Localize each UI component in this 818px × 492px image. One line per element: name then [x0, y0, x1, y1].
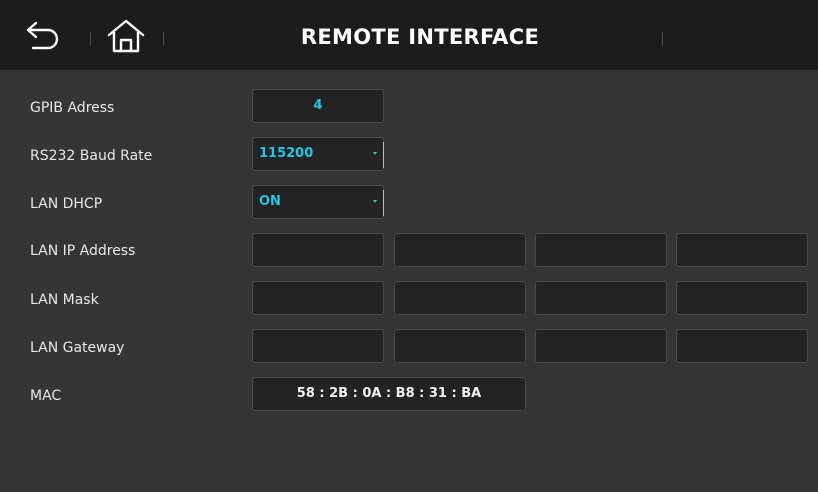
baud-rate-select[interactable]: 115200	[252, 137, 384, 171]
lan-ip-octet-4[interactable]	[676, 233, 808, 267]
chevron-down-icon	[373, 152, 377, 155]
lan-gateway-octet-2[interactable]	[394, 329, 526, 363]
lan-mask-octet-3[interactable]	[535, 281, 667, 315]
mac-label: MAC	[30, 388, 62, 404]
lan-mask-octet-4[interactable]	[676, 281, 808, 315]
lan-ip-octet-2[interactable]	[394, 233, 526, 267]
page-title: REMOTE INTERFACE	[300, 25, 540, 49]
gpib-address-label: GPIB Adress	[30, 100, 115, 116]
lan-dhcp-value: ON	[259, 194, 281, 209]
select-edge	[383, 190, 384, 216]
lan-mask-label: LAN Mask	[30, 292, 99, 308]
home-icon	[107, 19, 145, 53]
lan-dhcp-label: LAN DHCP	[30, 196, 103, 212]
top-bar: REMOTE INTERFACE	[0, 0, 818, 70]
home-button[interactable]	[104, 14, 148, 58]
lan-mask-octet-1[interactable]	[252, 281, 384, 315]
lan-gateway-octet-4[interactable]	[676, 329, 808, 363]
chevron-down-icon	[373, 200, 377, 203]
gpib-address-field[interactable]: 4	[252, 89, 384, 123]
divider	[90, 32, 91, 46]
back-button[interactable]	[20, 14, 64, 58]
select-edge	[383, 142, 384, 168]
mac-address-field: 58 : 2B : 0A : B8 : 31 : BA	[252, 377, 526, 411]
lan-ip-label: LAN IP Address	[30, 243, 136, 259]
baud-rate-value: 115200	[259, 146, 314, 161]
lan-gateway-label: LAN Gateway	[30, 340, 125, 356]
lan-mask-octet-2[interactable]	[394, 281, 526, 315]
lan-dhcp-select[interactable]: ON	[252, 185, 384, 219]
lan-gateway-octet-1[interactable]	[252, 329, 384, 363]
lan-ip-octet-3[interactable]	[535, 233, 667, 267]
lan-ip-octet-1[interactable]	[252, 233, 384, 267]
divider	[662, 32, 663, 46]
lan-gateway-octet-3[interactable]	[535, 329, 667, 363]
baud-rate-label: RS232 Baud Rate	[30, 148, 153, 164]
divider	[163, 32, 164, 46]
back-arrow-icon	[26, 21, 59, 50]
